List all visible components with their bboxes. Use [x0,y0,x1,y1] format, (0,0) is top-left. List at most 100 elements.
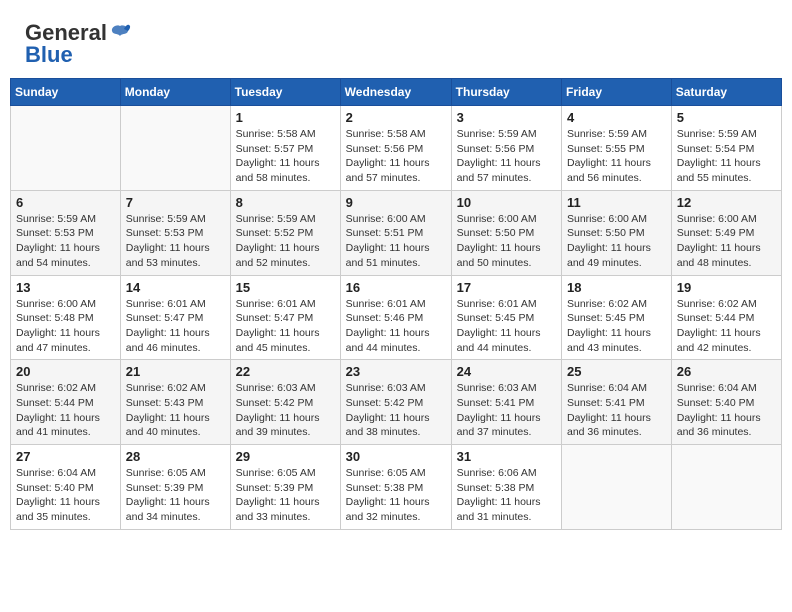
day-number: 16 [346,280,446,295]
day-info: Sunrise: 6:06 AM Sunset: 5:38 PM Dayligh… [457,466,556,525]
day-number: 22 [236,364,335,379]
calendar-cell: 29 Sunrise: 6:05 AM Sunset: 5:39 PM Dayli… [230,445,340,530]
calendar-cell: 12Sunrise: 6:00 AM Sunset: 5:49 PM Dayli… [671,190,781,275]
day-info: Sunrise: 6:04 AM Sunset: 5:40 PM Dayligh… [16,466,115,525]
day-of-week-header: Wednesday [340,79,451,106]
day-number: 4 [567,110,666,125]
day-info: Sunrise: 6:01 AM Sunset: 5:46 PM Dayligh… [346,297,446,356]
day-of-week-header: Thursday [451,79,561,106]
calendar-cell: 8 Sunrise: 5:59 AM Sunset: 5:52 PM Daylig… [230,190,340,275]
day-info: Sunrise: 6:04 AM Sunset: 5:41 PM Dayligh… [567,381,666,440]
calendar-cell: 28 Sunrise: 6:05 AM Sunset: 5:39 PM Dayli… [120,445,230,530]
day-number: 6 [16,195,115,210]
day-info: Sunrise: 6:03 AM Sunset: 5:42 PM Dayligh… [346,381,446,440]
day-info: Sunrise: 6:04 AM Sunset: 5:40 PM Dayligh… [677,381,776,440]
day-number: 3 [457,110,556,125]
calendar-cell: 5 Sunrise: 5:59 AM Sunset: 5:54 PM Daylig… [671,106,781,191]
day-number: 18 [567,280,666,295]
day-number: 8 [236,195,335,210]
day-number: 13 [16,280,115,295]
calendar-week-row: 6 Sunrise: 5:59 AM Sunset: 5:53 PM Daylig… [11,190,782,275]
day-number: 10 [457,195,556,210]
calendar-cell: 20 Sunrise: 6:02 AM Sunset: 5:44 PM Dayli… [11,360,121,445]
day-of-week-header: Monday [120,79,230,106]
calendar-week-row: 13Sunrise: 6:00 AM Sunset: 5:48 PM Dayli… [11,275,782,360]
calendar-cell: 24Sunrise: 6:03 AM Sunset: 5:41 PM Dayli… [451,360,561,445]
calendar-cell: 6 Sunrise: 5:59 AM Sunset: 5:53 PM Daylig… [11,190,121,275]
day-info: Sunrise: 6:01 AM Sunset: 5:47 PM Dayligh… [236,297,335,356]
logo-bird-icon [109,22,131,44]
day-info: Sunrise: 5:59 AM Sunset: 5:54 PM Dayligh… [677,127,776,186]
day-number: 1 [236,110,335,125]
day-of-week-header: Tuesday [230,79,340,106]
calendar-cell: 15 Sunrise: 6:01 AM Sunset: 5:47 PM Dayli… [230,275,340,360]
calendar-cell: 10Sunrise: 6:00 AM Sunset: 5:50 PM Dayli… [451,190,561,275]
day-number: 26 [677,364,776,379]
day-info: Sunrise: 6:00 AM Sunset: 5:51 PM Dayligh… [346,212,446,271]
calendar-cell: 22 Sunrise: 6:03 AM Sunset: 5:42 PM Dayli… [230,360,340,445]
day-info: Sunrise: 6:00 AM Sunset: 5:50 PM Dayligh… [567,212,666,271]
day-number: 14 [126,280,225,295]
calendar-cell: 30 Sunrise: 6:05 AM Sunset: 5:38 PM Dayli… [340,445,451,530]
calendar-cell: 14 Sunrise: 6:01 AM Sunset: 5:47 PM Dayli… [120,275,230,360]
day-number: 25 [567,364,666,379]
calendar-cell: 7 Sunrise: 5:59 AM Sunset: 5:53 PM Daylig… [120,190,230,275]
day-info: Sunrise: 5:58 AM Sunset: 5:57 PM Dayligh… [236,127,335,186]
day-number: 29 [236,449,335,464]
day-info: Sunrise: 6:02 AM Sunset: 5:45 PM Dayligh… [567,297,666,356]
day-number: 20 [16,364,115,379]
calendar-cell: 27Sunrise: 6:04 AM Sunset: 5:40 PM Dayli… [11,445,121,530]
logo: General Blue [25,20,131,68]
day-info: Sunrise: 6:01 AM Sunset: 5:47 PM Dayligh… [126,297,225,356]
day-number: 19 [677,280,776,295]
calendar-cell [562,445,672,530]
day-number: 15 [236,280,335,295]
day-info: Sunrise: 6:02 AM Sunset: 5:44 PM Dayligh… [677,297,776,356]
day-info: Sunrise: 6:05 AM Sunset: 5:39 PM Dayligh… [126,466,225,525]
calendar-week-row: 20 Sunrise: 6:02 AM Sunset: 5:44 PM Dayli… [11,360,782,445]
day-info: Sunrise: 6:02 AM Sunset: 5:44 PM Dayligh… [16,381,115,440]
day-info: Sunrise: 5:59 AM Sunset: 5:52 PM Dayligh… [236,212,335,271]
day-info: Sunrise: 5:59 AM Sunset: 5:53 PM Dayligh… [126,212,225,271]
calendar-cell: 18 Sunrise: 6:02 AM Sunset: 5:45 PM Dayli… [562,275,672,360]
calendar-cell: 19 Sunrise: 6:02 AM Sunset: 5:44 PM Dayli… [671,275,781,360]
calendar-cell: 9 Sunrise: 6:00 AM Sunset: 5:51 PM Daylig… [340,190,451,275]
calendar-header-row: SundayMondayTuesdayWednesdayThursdayFrid… [11,79,782,106]
calendar-week-row: 27Sunrise: 6:04 AM Sunset: 5:40 PM Dayli… [11,445,782,530]
calendar-cell: 21 Sunrise: 6:02 AM Sunset: 5:43 PM Dayli… [120,360,230,445]
day-info: Sunrise: 6:05 AM Sunset: 5:38 PM Dayligh… [346,466,446,525]
calendar-cell: 4 Sunrise: 5:59 AM Sunset: 5:55 PM Daylig… [562,106,672,191]
calendar-cell [671,445,781,530]
calendar-cell: 1 Sunrise: 5:58 AM Sunset: 5:57 PM Daylig… [230,106,340,191]
calendar-table: SundayMondayTuesdayWednesdayThursdayFrid… [10,78,782,530]
day-info: Sunrise: 6:03 AM Sunset: 5:42 PM Dayligh… [236,381,335,440]
day-number: 28 [126,449,225,464]
calendar-week-row: 1 Sunrise: 5:58 AM Sunset: 5:57 PM Daylig… [11,106,782,191]
day-number: 5 [677,110,776,125]
calendar-cell: 16 Sunrise: 6:01 AM Sunset: 5:46 PM Dayli… [340,275,451,360]
day-number: 17 [457,280,556,295]
day-of-week-header: Saturday [671,79,781,106]
day-number: 21 [126,364,225,379]
day-info: Sunrise: 5:58 AM Sunset: 5:56 PM Dayligh… [346,127,446,186]
day-number: 31 [457,449,556,464]
day-of-week-header: Sunday [11,79,121,106]
day-info: Sunrise: 6:02 AM Sunset: 5:43 PM Dayligh… [126,381,225,440]
calendar-cell: 17 Sunrise: 6:01 AM Sunset: 5:45 PM Dayli… [451,275,561,360]
calendar-cell: 3 Sunrise: 5:59 AM Sunset: 5:56 PM Daylig… [451,106,561,191]
day-number: 30 [346,449,446,464]
calendar-cell: 13Sunrise: 6:00 AM Sunset: 5:48 PM Dayli… [11,275,121,360]
day-info: Sunrise: 5:59 AM Sunset: 5:53 PM Dayligh… [16,212,115,271]
day-number: 7 [126,195,225,210]
day-number: 24 [457,364,556,379]
day-info: Sunrise: 6:05 AM Sunset: 5:39 PM Dayligh… [236,466,335,525]
day-number: 11 [567,195,666,210]
calendar-cell: 31 Sunrise: 6:06 AM Sunset: 5:38 PM Dayli… [451,445,561,530]
day-info: Sunrise: 5:59 AM Sunset: 5:55 PM Dayligh… [567,127,666,186]
calendar-cell [120,106,230,191]
day-info: Sunrise: 5:59 AM Sunset: 5:56 PM Dayligh… [457,127,556,186]
day-of-week-header: Friday [562,79,672,106]
calendar-cell: 23Sunrise: 6:03 AM Sunset: 5:42 PM Dayli… [340,360,451,445]
day-info: Sunrise: 6:01 AM Sunset: 5:45 PM Dayligh… [457,297,556,356]
day-number: 9 [346,195,446,210]
